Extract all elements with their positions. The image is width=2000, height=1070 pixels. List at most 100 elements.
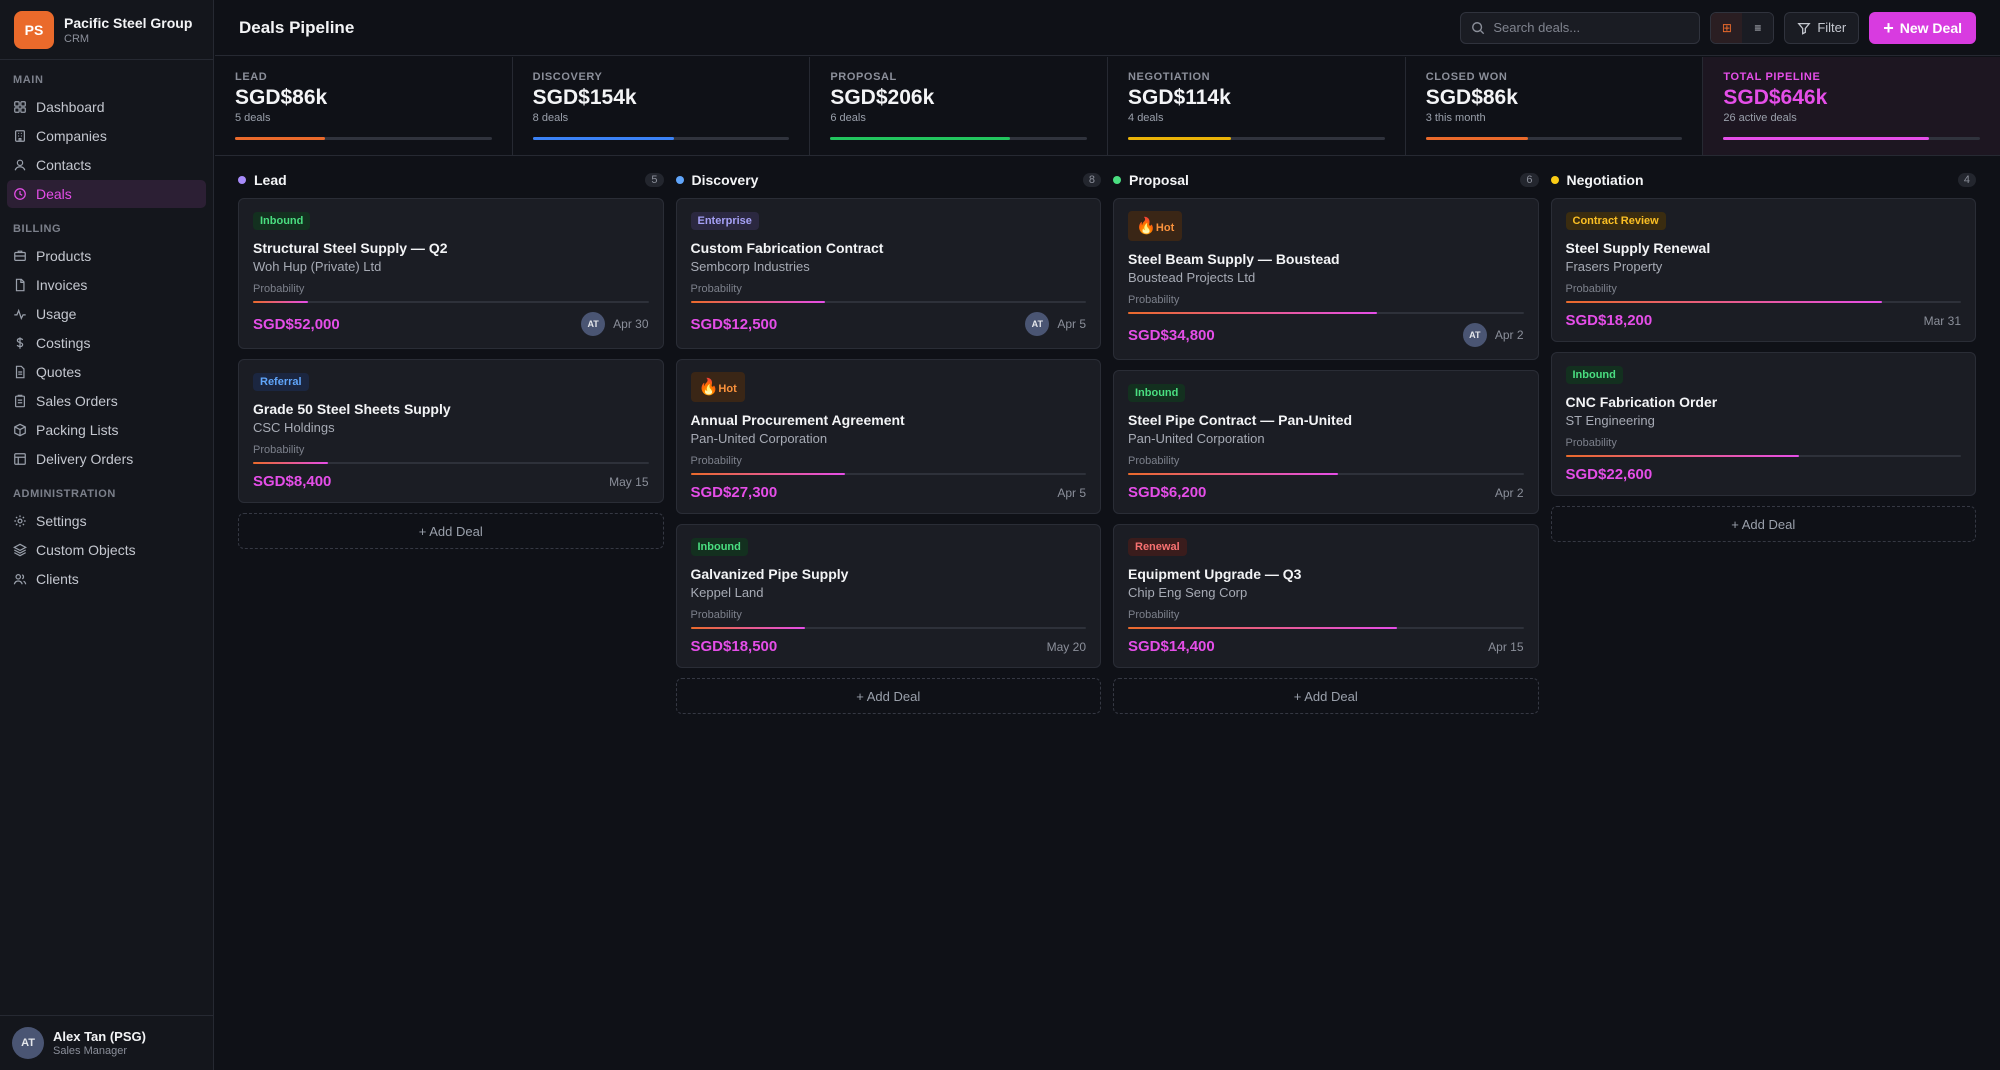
add-deal-button[interactable]: + Add Deal	[1550, 506, 1976, 542]
probability-label: Probability	[1128, 294, 1180, 306]
add-deal-button[interactable]: + Add Deal	[1113, 678, 1539, 714]
sidebar-item-custom-objects[interactable]: Custom Objects	[7, 536, 206, 564]
probability-bar	[690, 301, 1086, 303]
sidebar-item-dashboard[interactable]: Dashboard	[7, 93, 206, 121]
deal-title: Steel Beam Supply — Boustead	[1128, 251, 1340, 267]
sidebar-item-usage[interactable]: Usage	[7, 300, 206, 328]
probability-fill	[690, 301, 825, 303]
stage-dot-icon	[675, 176, 684, 184]
sidebar-item-companies[interactable]: Companies	[7, 122, 206, 150]
stat-progress-bar	[235, 137, 492, 140]
deal-company: Frasers Property	[1565, 259, 1663, 274]
layers-icon	[13, 543, 27, 557]
sidebar-item-label: Companies	[36, 128, 107, 144]
sidebar-item-quotes[interactable]: Quotes	[7, 358, 206, 386]
avatar: AT	[1462, 323, 1487, 347]
column-negotiation: Negotiation 4 Contract Review Steel Supp…	[1550, 170, 1976, 714]
grid-view-button[interactable]: ⊞	[1711, 12, 1743, 43]
probability-fill	[1565, 455, 1799, 457]
sidebar-item-label: Deals	[36, 186, 72, 202]
sidebar-item-label: Contacts	[36, 157, 92, 173]
probability-fill	[690, 627, 806, 629]
deal-card[interactable]: Referral Grade 50 Steel Sheets Supply CS…	[238, 359, 664, 503]
stat-progress-fill	[830, 137, 1010, 140]
deal-amount: SGD$14,400	[1128, 638, 1215, 655]
deal-date: Apr 5	[1057, 485, 1086, 500]
sidebar-item-deals[interactable]: Deals	[7, 180, 206, 208]
deal-tag: Referral	[253, 373, 309, 391]
probability-label: Probability	[690, 283, 742, 295]
sidebar-item-invoices[interactable]: Invoices	[7, 271, 206, 299]
sidebar-item-clients[interactable]: Clients	[7, 565, 206, 593]
avatar: AT	[581, 312, 606, 336]
add-deal-button[interactable]: + Add Deal	[675, 678, 1101, 714]
deal-tag: Contract Review	[1565, 212, 1666, 230]
sidebar-item-delivery-orders[interactable]: Delivery Orders	[7, 445, 206, 473]
nav-heading: MAIN	[13, 74, 44, 86]
deal-card[interactable]: Contract Review Steel Supply Renewal Fra…	[1550, 198, 1976, 342]
sidebar-item-label: Sales Orders	[36, 393, 118, 409]
probability-label: Probability	[1565, 283, 1617, 295]
stage-dot-icon	[1113, 176, 1121, 184]
column-count: 6	[1520, 173, 1539, 187]
user-name: Alex Tan (PSG)	[53, 1029, 146, 1044]
tag-label: Inbound	[697, 541, 741, 553]
deal-date: Apr 2	[1494, 328, 1524, 342]
deal-amount: SGD$18,500	[690, 638, 778, 655]
sidebar-item-costings[interactable]: Costings	[7, 329, 206, 357]
list-view-button[interactable]: ≡	[1742, 12, 1774, 43]
user-profile[interactable]: AT Alex Tan (PSG) Sales Manager	[0, 1015, 214, 1070]
sidebar-item-packing-lists[interactable]: Packing Lists	[7, 416, 206, 444]
probability-bar	[690, 627, 1086, 629]
sidebar-item-products[interactable]: Products	[7, 242, 206, 270]
column-discovery: Discovery 8 Enterprise Custom Fabricatio…	[675, 170, 1101, 714]
deal-tag: Renewal	[1128, 538, 1187, 556]
deal-card[interactable]: Inbound Steel Pipe Contract — Pan-United…	[1113, 370, 1539, 514]
sidebar-item-label: Dashboard	[36, 99, 105, 115]
sidebar-item-label: Packing Lists	[36, 422, 119, 438]
deal-card[interactable]: Inbound Galvanized Pipe Supply Keppel La…	[675, 524, 1101, 668]
deal-company: Pan-United Corporation	[1128, 431, 1265, 446]
deal-card[interactable]: Enterprise Custom Fabrication Contract S…	[675, 198, 1101, 349]
search-box[interactable]	[1460, 11, 1701, 44]
probability-bar	[1128, 627, 1524, 629]
probability-bar	[253, 462, 649, 464]
stat-label: CLOSED WON	[1425, 71, 1508, 83]
sidebar-item-contacts[interactable]: Contacts	[7, 151, 206, 179]
stat-progress-fill	[532, 137, 674, 140]
header: Deals Pipeline ⊞ ≡ Filter + New Deal	[215, 0, 2000, 56]
sidebar-item-label: Clients	[36, 571, 79, 587]
add-deal-button[interactable]: + Add Deal	[238, 513, 664, 549]
sidebar-item-settings[interactable]: Settings	[7, 507, 206, 535]
probability-fill	[690, 473, 845, 475]
probability-bar	[1128, 473, 1524, 475]
deal-amount: SGD$8,400	[253, 473, 332, 490]
sidebar-item-sales-orders[interactable]: Sales Orders	[7, 387, 206, 415]
package-icon	[13, 423, 27, 437]
probability-fill	[253, 301, 309, 303]
probability-fill	[1128, 312, 1378, 314]
probability-label: Probability	[1565, 437, 1617, 449]
column-lead: Lead 5 Inbound Structural Steel Supply —…	[238, 170, 664, 714]
nav-heading: BILLING	[13, 223, 62, 235]
deal-card[interactable]: 🔥Hot Steel Beam Supply — Boustead Bouste…	[1113, 198, 1539, 360]
stat-value: SGD$114k	[1128, 86, 1231, 109]
deal-date: May 15	[609, 474, 649, 489]
brand-logo: PS	[14, 10, 54, 49]
deal-title: Steel Supply Renewal	[1565, 240, 1711, 256]
filter-button[interactable]: Filter	[1784, 11, 1860, 44]
deal-card[interactable]: Inbound Structural Steel Supply — Q2 Woh…	[238, 198, 664, 349]
stat-progress-fill	[1128, 137, 1231, 140]
deal-card[interactable]: 🔥Hot Annual Procurement Agreement Pan-Un…	[675, 359, 1101, 514]
nav-section-billing: BILLING Products Invoices Usage Costings Quot…	[0, 209, 213, 473]
plus-icon: +	[1883, 17, 1894, 38]
deal-card[interactable]: Renewal Equipment Upgrade — Q3 Chip Eng …	[1113, 524, 1539, 668]
flame-icon: 🔥	[698, 379, 719, 396]
deal-card[interactable]: Inbound CNC Fabrication Order ST Enginee…	[1550, 352, 1976, 496]
tag-label: Inbound	[1135, 387, 1179, 399]
probability-bar	[1565, 301, 1961, 303]
new-deal-button[interactable]: + New Deal	[1869, 11, 1976, 44]
stat-value: SGD$86k	[1425, 86, 1518, 109]
search-input[interactable]	[1493, 20, 1684, 35]
column-header: Discovery 8	[675, 170, 1101, 190]
